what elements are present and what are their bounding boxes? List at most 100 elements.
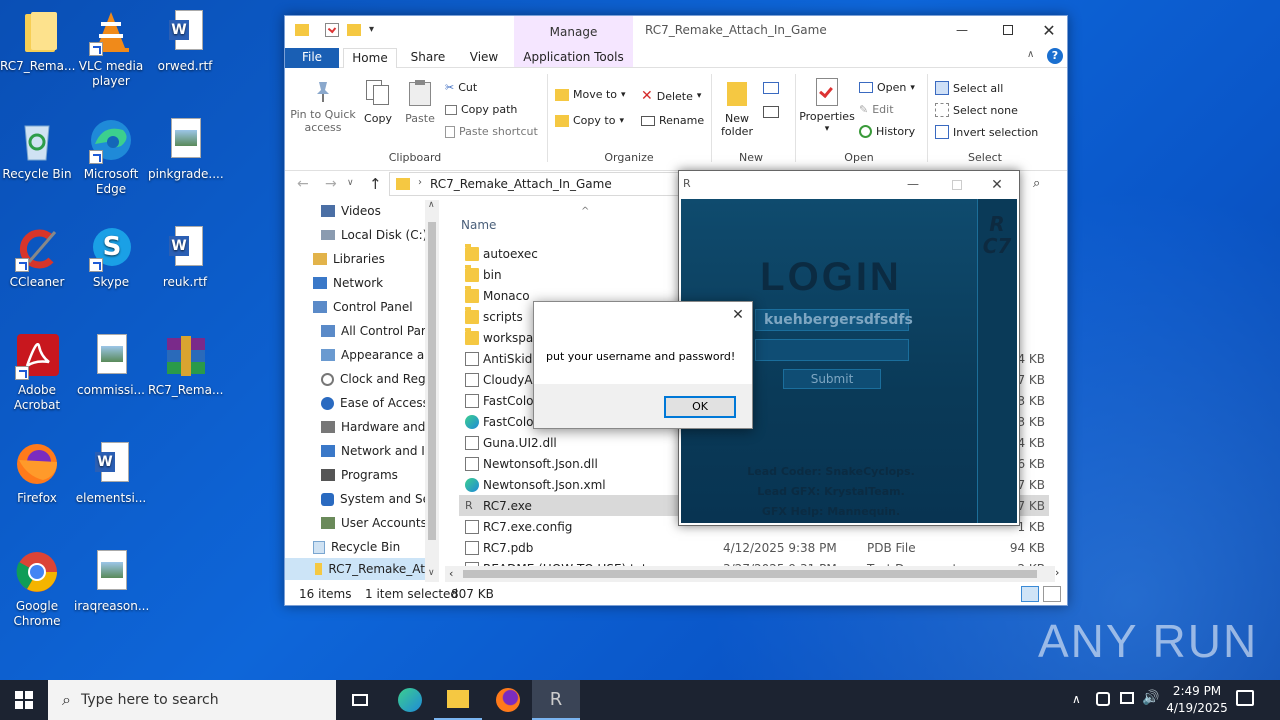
desktop-icon-orwed[interactable]: W orwed.rtf bbox=[148, 8, 222, 74]
desktop-icon-vlc[interactable]: VLC media player bbox=[74, 8, 148, 89]
desktop-icon-iraqreason[interactable]: iraqreason... bbox=[74, 548, 149, 614]
desktop-icon-reuk[interactable]: W reuk.rtf bbox=[148, 224, 222, 290]
copy-path-button[interactable]: Copy path bbox=[445, 103, 517, 116]
easy-access-icon[interactable] bbox=[763, 106, 779, 118]
address-bar[interactable]: › RC7_Remake_Attach_In_Game bbox=[389, 172, 679, 196]
new-item-icon[interactable] bbox=[763, 82, 779, 94]
desktop-icon-elementsi[interactable]: W elementsi... bbox=[74, 440, 148, 506]
dialog-close-button[interactable]: ✕ bbox=[726, 304, 750, 326]
invert-selection-button[interactable]: Invert selection bbox=[935, 125, 1038, 139]
desktop-icon-commissi[interactable]: commissi... bbox=[74, 332, 148, 398]
edit-button[interactable]: ✎ Edit bbox=[859, 103, 894, 116]
nav-item-ease-of-access[interactable]: Ease of Access bbox=[321, 392, 429, 414]
copy-to-button[interactable]: Copy to ▾ bbox=[555, 114, 624, 127]
desktop-icon-ccleaner[interactable]: CCleaner bbox=[0, 224, 74, 290]
maximize-button[interactable] bbox=[985, 16, 1031, 44]
column-header-name[interactable]: Name bbox=[461, 218, 496, 232]
tab-file[interactable]: File bbox=[285, 48, 339, 68]
nav-scroll-thumb[interactable] bbox=[428, 222, 436, 540]
nav-item-control-panel[interactable]: Control Panel bbox=[313, 296, 413, 318]
rename-button[interactable]: Rename bbox=[641, 114, 704, 127]
show-hidden-icons[interactable]: ∧ bbox=[1072, 692, 1081, 706]
history-button[interactable]: History bbox=[859, 125, 915, 138]
desktop-icon-rc7-archive[interactable]: RC7_Rema... bbox=[148, 332, 223, 398]
nav-item-clock[interactable]: Clock and Regi bbox=[321, 368, 429, 390]
move-to-button[interactable]: Move to ▾ bbox=[555, 88, 626, 101]
dialog-ok-button[interactable]: OK bbox=[664, 396, 736, 418]
submit-button[interactable]: Submit bbox=[783, 369, 881, 389]
qat-new-folder-icon[interactable] bbox=[347, 24, 361, 36]
h-scroll-thumb[interactable] bbox=[463, 570, 1037, 578]
breadcrumb[interactable]: RC7_Remake_Attach_In_Game bbox=[430, 177, 612, 191]
qat-dropdown-icon[interactable]: ▾ bbox=[369, 24, 374, 35]
taskbar-rc7[interactable]: R bbox=[532, 680, 580, 720]
file-row[interactable]: RC7.pdb 4/12/2025 9:38 PM PDB File 94 KB bbox=[459, 537, 1049, 558]
nav-item-programs[interactable]: Programs bbox=[321, 464, 398, 486]
password-field[interactable] bbox=[755, 339, 909, 361]
nav-item-rc7-folder[interactable]: RC7_Remake_At bbox=[285, 558, 425, 580]
qat-properties-icon[interactable] bbox=[325, 23, 339, 37]
select-none-button[interactable]: Select none bbox=[935, 103, 1018, 117]
desktop-icon-recycle-bin[interactable]: Recycle Bin bbox=[0, 116, 74, 182]
desktop-icon-firefox[interactable]: Firefox bbox=[0, 440, 74, 506]
nav-item-network-internet[interactable]: Network and Ir bbox=[321, 440, 430, 462]
volume-tray-icon[interactable]: 🔊 bbox=[1142, 690, 1159, 706]
taskbar-search[interactable]: ⌕ Type here to search bbox=[48, 680, 336, 720]
network-tray-icon[interactable] bbox=[1096, 692, 1110, 706]
desktop-icon-pinkgrade[interactable]: pinkgrade.... bbox=[148, 116, 224, 182]
minimize-button[interactable]: — bbox=[939, 16, 985, 44]
horizontal-scrollbar[interactable]: ‹ bbox=[445, 566, 1055, 582]
select-all-button[interactable]: Select all bbox=[935, 81, 1003, 95]
paste-shortcut-button[interactable]: Paste shortcut bbox=[445, 125, 538, 138]
open-button[interactable]: Open ▾ bbox=[859, 81, 915, 94]
pin-quick-access-button[interactable]: Pin to Quick access bbox=[289, 80, 357, 134]
nav-item-local-disk[interactable]: Local Disk (C:) bbox=[321, 224, 427, 246]
desktop-icon-chrome[interactable]: Google Chrome bbox=[0, 548, 74, 629]
back-button[interactable]: ← bbox=[297, 176, 309, 192]
scroll-left-icon[interactable]: ‹ bbox=[449, 567, 453, 580]
scroll-up-icon[interactable]: ∧ bbox=[428, 200, 435, 210]
cut-button[interactable]: ✂ Cut bbox=[445, 81, 477, 94]
start-button[interactable] bbox=[0, 680, 48, 720]
desktop-icon-rc7-folder[interactable]: RC7_Rema... bbox=[0, 8, 75, 74]
new-folder-button[interactable]: New folder bbox=[715, 78, 759, 138]
tab-home[interactable]: Home bbox=[343, 48, 397, 68]
up-button[interactable]: ↑ bbox=[369, 175, 382, 193]
rc7-maximize-button[interactable] bbox=[937, 173, 977, 197]
copy-button[interactable]: Copy bbox=[359, 80, 397, 125]
notification-center-button[interactable] bbox=[1236, 690, 1254, 706]
explorer-titlebar[interactable]: ▾ Manage RC7_Remake_Attach_In_Game — ✕ bbox=[285, 16, 1067, 68]
desktop-icon-skype[interactable]: S Skype bbox=[74, 224, 148, 290]
tab-application-tools[interactable]: Application Tools bbox=[514, 48, 633, 68]
large-icons-view-icon[interactable] bbox=[1043, 586, 1061, 602]
ethernet-tray-icon[interactable] bbox=[1120, 692, 1134, 704]
nav-item-all-control-panel[interactable]: All Control Par bbox=[321, 320, 426, 342]
forward-button[interactable]: → bbox=[325, 176, 337, 192]
properties-button[interactable]: Properties ▾ bbox=[799, 78, 855, 136]
paste-button[interactable]: Paste bbox=[401, 80, 439, 125]
scroll-right-icon[interactable]: › bbox=[1055, 566, 1059, 579]
taskbar-firefox[interactable] bbox=[484, 680, 532, 720]
close-button[interactable]: ✕ bbox=[1031, 16, 1067, 44]
recent-dropdown-icon[interactable]: ∨ bbox=[347, 178, 354, 188]
rc7-minimize-button[interactable]: — bbox=[893, 173, 933, 197]
delete-button[interactable]: ✕ Delete ▾ bbox=[641, 88, 701, 104]
tab-view[interactable]: View bbox=[459, 48, 509, 68]
nav-item-user-accounts[interactable]: User Accounts bbox=[321, 512, 427, 534]
nav-item-libraries[interactable]: Libraries bbox=[313, 248, 385, 270]
scroll-down-icon[interactable]: ∨ bbox=[428, 568, 435, 578]
nav-item-system-security[interactable]: System and Se bbox=[321, 488, 430, 510]
nav-item-network[interactable]: Network bbox=[313, 272, 383, 294]
username-field[interactable]: kuehbergersdfsdfs bbox=[755, 309, 913, 331]
ribbon-collapse-icon[interactable]: ∧ bbox=[1027, 49, 1034, 60]
nav-item-videos[interactable]: Videos bbox=[321, 200, 381, 222]
nav-item-hardware[interactable]: Hardware and bbox=[321, 416, 425, 438]
task-view-button[interactable] bbox=[336, 680, 384, 720]
details-view-icon[interactable] bbox=[1021, 586, 1039, 602]
rc7-close-button[interactable]: ✕ bbox=[977, 173, 1017, 197]
nav-item-recycle-bin[interactable]: Recycle Bin bbox=[313, 536, 400, 558]
clock[interactable]: 2:49 PM 4/19/2025 bbox=[1164, 683, 1230, 717]
desktop-icon-acrobat[interactable]: Adobe Acrobat bbox=[0, 332, 74, 413]
search-icon[interactable]: ⌕ bbox=[1033, 176, 1040, 191]
help-icon[interactable]: ? bbox=[1047, 48, 1063, 64]
